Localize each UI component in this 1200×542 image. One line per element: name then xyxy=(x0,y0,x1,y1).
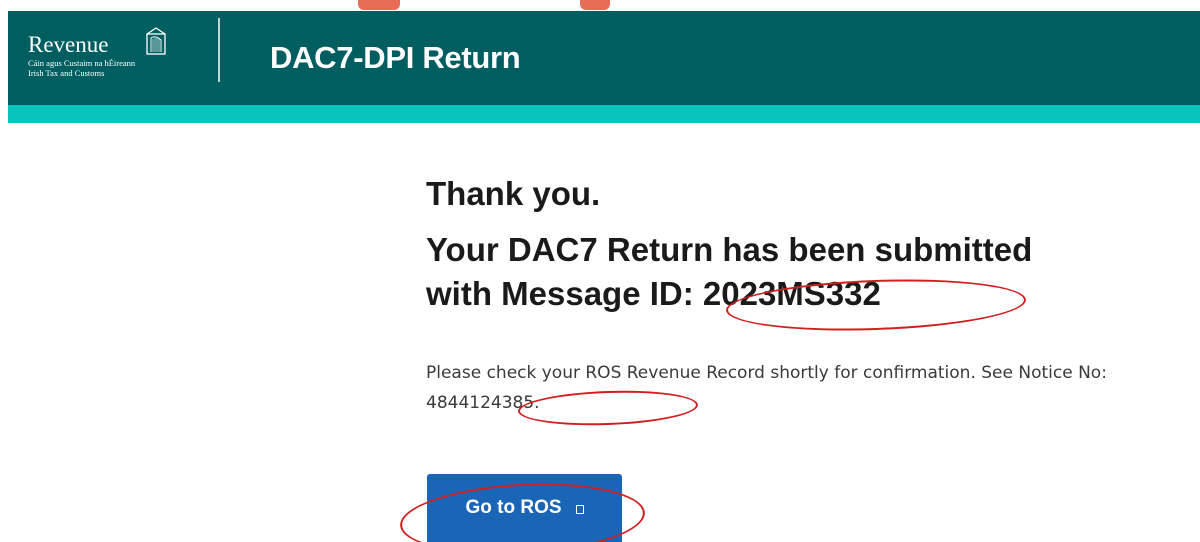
logo-subtitle-irish: Cáin agus Custaim na hÉireann xyxy=(28,58,136,68)
external-link-icon xyxy=(575,504,584,514)
notice-text: Please check your ROS Revenue Record sho… xyxy=(426,358,1186,418)
message-id-value: : 2023MS332 xyxy=(682,275,881,312)
message-id-line: with Message ID: 2023MS332 xyxy=(426,272,1186,316)
harp-icon xyxy=(146,27,166,55)
go-to-ros-button[interactable]: Go to ROS xyxy=(427,474,622,542)
go-to-ros-label: Go to ROS xyxy=(465,497,562,518)
annotation-mark xyxy=(358,0,400,10)
header-accent-bar xyxy=(8,105,1200,123)
notice-message: Please check your ROS Revenue Record sho… xyxy=(426,363,1102,383)
thank-you-heading: Thank you. xyxy=(426,175,601,212)
logo-wordmark: Revenue xyxy=(28,32,109,57)
app-title: DAC7-DPI Return xyxy=(270,40,521,75)
message-id-label: with Message ID xyxy=(426,275,683,312)
submitted-line: Your DAC7 Return has been submitted xyxy=(426,231,1033,268)
revenue-logo[interactable]: Revenue Cáin agus Custaim na hÉireann Ir… xyxy=(28,24,198,92)
top-sliver xyxy=(0,0,1200,11)
annotation-mark xyxy=(580,0,610,10)
header-divider xyxy=(218,18,220,82)
logo-subtitle: Cáin agus Custaim na hÉireann Irish Tax … xyxy=(28,58,135,78)
submission-heading: Your DAC7 Return has been submitted with… xyxy=(426,228,1186,316)
logo-subtitle-english: Irish Tax and Customs xyxy=(28,68,105,78)
